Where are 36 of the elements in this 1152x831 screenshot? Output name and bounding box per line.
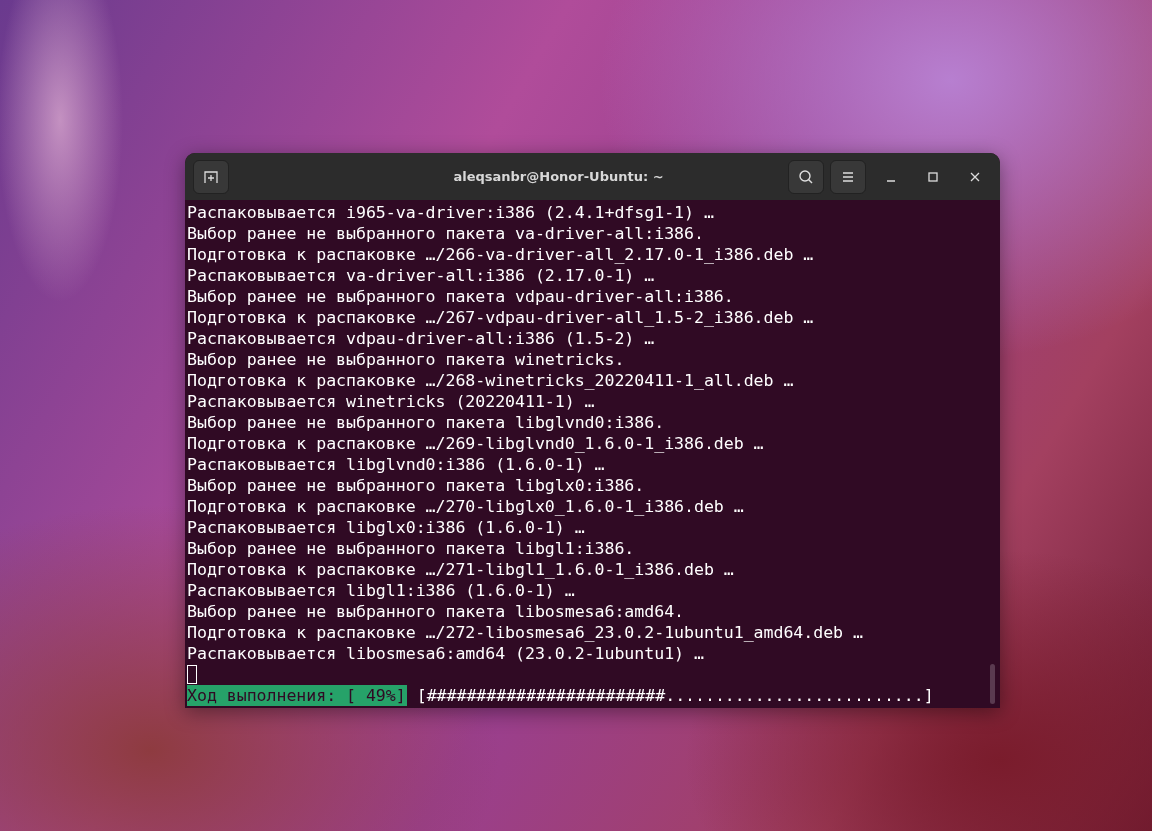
close-icon	[970, 171, 980, 182]
terminal-line: Распаковывается libglvnd0:i386 (1.6.0-1) …	[187, 454, 606, 475]
new-tab-icon	[203, 168, 219, 185]
terminal-line: Выбор ранее не выбранного пакета winetricks.	[187, 349, 626, 370]
terminal-line: Выбор ранее не выбранного пакета va-driver-all:i386.	[187, 223, 705, 244]
terminal-line: Выбор ранее не выбранного пакета vdpau-driver-all:i386.	[187, 286, 735, 307]
terminal-line: Распаковывается libosmesa6:amd64 (23.0.2-1ubuntu1) …	[187, 643, 705, 664]
terminal-line: Подготовка к распаковке …/270-libglx0_1.6.0-1_i386.deb …	[187, 496, 745, 517]
terminal-line: Выбор ранее не выбранного пакета libglx0:i386.	[187, 475, 646, 496]
search-icon	[798, 168, 814, 185]
maximize-icon	[928, 171, 938, 182]
terminal-line: Выбор ранее не выбранного пакета libgl1:i386.	[187, 538, 636, 559]
progress-label: Ход выполнения: [ 49%]	[187, 685, 407, 706]
terminal-line: Подготовка к распаковке …/268-winetricks_20220411-1_all.deb …	[187, 370, 795, 391]
terminal-line: Распаковывается vdpau-driver-all:i386 (1.5-2) …	[187, 328, 656, 349]
terminal-line: Выбор ранее не выбранного пакета libglvnd0:i386.	[187, 412, 666, 433]
terminal-line: Распаковывается winetricks (20220411-1) …	[187, 391, 596, 412]
terminal-line: Подготовка к распаковке …/269-libglvnd0_1.6.0-1_i386.deb …	[187, 433, 765, 454]
terminal-line: Выбор ранее не выбранного пакета libosmesa6:amd64.	[187, 601, 685, 622]
terminal-line: Распаковывается libglx0:i386 (1.6.0-1) …	[187, 517, 586, 538]
progress-bar-text: [########################..........................]	[416, 685, 934, 706]
minimize-icon	[886, 179, 896, 182]
terminal-line: Подготовка к распаковке …/266-va-driver-all_2.17.0-1_i386.deb …	[187, 244, 815, 265]
terminal-line: Распаковывается libgl1:i386 (1.6.0-1) …	[187, 580, 576, 601]
terminal-line: Подготовка к распаковке …/267-vdpau-driver-all_1.5-2_i386.deb …	[187, 307, 815, 328]
terminal-line: Распаковывается i965-va-driver:i386 (2.4.1+dfsg1-1) …	[187, 202, 715, 223]
new-tab-button[interactable]	[193, 159, 229, 194]
scrollbar[interactable]	[990, 664, 995, 704]
terminal-line: Подготовка к распаковке …/272-libosmesa6_23.0.2-1ubuntu1_amd64.deb …	[187, 622, 864, 643]
menu-button[interactable]	[830, 159, 866, 194]
window-title: aleqsanbr@Honor-Ubuntu: ~	[452, 169, 665, 184]
terminal-line: Подготовка к распаковке …/271-libgl1_1.6.0-1_i386.deb …	[187, 559, 735, 580]
terminal-line: Распаковывается va-driver-all:i386 (2.17.0-1) …	[187, 265, 656, 286]
menu-icon	[841, 170, 855, 183]
search-button[interactable]	[788, 159, 824, 194]
cursor	[187, 665, 197, 684]
